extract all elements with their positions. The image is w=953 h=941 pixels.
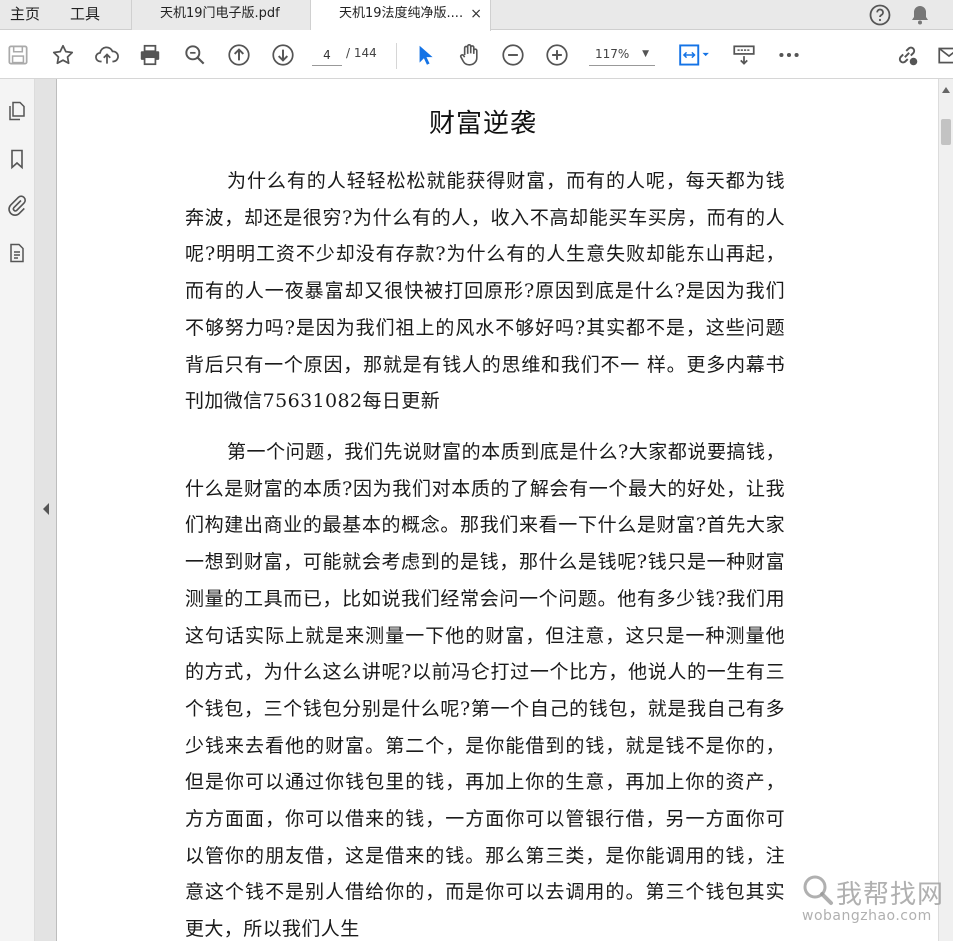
- document-paragraph: 为什么有的人轻轻松松就能获得财富，而有的人呢，每天都为钱奔波，却还是很穷?为什么…: [185, 170, 785, 413]
- save-icon[interactable]: [4, 41, 32, 69]
- vertical-scrollbar[interactable]: [938, 79, 953, 941]
- page-up-icon[interactable]: [225, 41, 253, 69]
- attachments-icon[interactable]: [5, 193, 29, 217]
- tab-bar: 主页 工具 天机19门电子版.pdf 天机19法度纯净版.... ×: [0, 0, 953, 31]
- zoom-out-icon[interactable]: [499, 41, 527, 69]
- page-number-input[interactable]: [312, 44, 342, 66]
- tab-tools[interactable]: 工具: [70, 0, 100, 30]
- document-tab-2[interactable]: 天机19法度纯净版.... ×: [311, 0, 491, 31]
- scrollbar-thumb[interactable]: [941, 119, 951, 145]
- scroll-up-arrow-icon[interactable]: [942, 87, 950, 93]
- document-properties-icon[interactable]: [5, 241, 29, 265]
- read-mode-icon[interactable]: [730, 41, 758, 69]
- document-heading: 财富逆袭: [428, 109, 537, 139]
- document-paragraph: 第一个问题，我们先说财富的本质到底是什么?大家都说要搞钱，什么是财富的本质?因为…: [185, 441, 785, 941]
- document-tab-label: 天机19门电子版.pdf: [160, 6, 280, 21]
- document-view: 财富逆袭 为什么有的人轻轻松松就能获得财富，而有的人呢，每天都为钱奔波，却还是很…: [58, 79, 938, 941]
- zoom-search-icon[interactable]: [181, 41, 209, 69]
- document-tab-1[interactable]: 天机19门电子版.pdf: [131, 0, 311, 30]
- page-down-icon[interactable]: [269, 41, 297, 69]
- chevron-left-icon: [43, 503, 49, 515]
- site-watermark: 我帮找网 wobangzhao.com: [796, 872, 948, 934]
- chevron-down-icon: ▼: [642, 49, 649, 59]
- zoom-in-icon[interactable]: [543, 41, 571, 69]
- more-icon[interactable]: [775, 41, 803, 69]
- select-cursor-icon[interactable]: [411, 41, 439, 69]
- left-navigation-rail: [0, 79, 35, 941]
- print-icon[interactable]: [136, 41, 164, 69]
- tab-home[interactable]: 主页: [10, 0, 40, 30]
- share-link-icon[interactable]: [893, 41, 921, 69]
- zoom-dropdown[interactable]: 117% ▼: [589, 44, 655, 66]
- bell-icon[interactable]: [908, 3, 932, 27]
- toolbar: / 144 117% ▼: [0, 31, 953, 79]
- fit-page-icon[interactable]: [676, 41, 712, 69]
- toolbar-divider: [396, 43, 397, 69]
- magnifier-logo-icon: [803, 875, 833, 905]
- zoom-value: 117%: [595, 47, 630, 61]
- watermark-title: 我帮找网: [836, 880, 945, 910]
- hand-pan-icon[interactable]: [455, 41, 483, 69]
- sidebar-collapse-handle[interactable]: [35, 79, 57, 941]
- document-tab-label: 天机19法度纯净版....: [339, 6, 464, 21]
- help-icon[interactable]: [868, 3, 892, 27]
- mail-icon[interactable]: [935, 41, 953, 69]
- page-thumbnails-icon[interactable]: [5, 99, 29, 123]
- page-total: / 144: [346, 46, 377, 60]
- bookmarks-icon[interactable]: [5, 147, 29, 171]
- watermark-url: wobangzhao.com: [802, 908, 932, 924]
- upload-cloud-icon[interactable]: [93, 41, 121, 69]
- bookmark-star-icon[interactable]: [49, 41, 77, 69]
- close-tab-icon[interactable]: ×: [470, 0, 482, 28]
